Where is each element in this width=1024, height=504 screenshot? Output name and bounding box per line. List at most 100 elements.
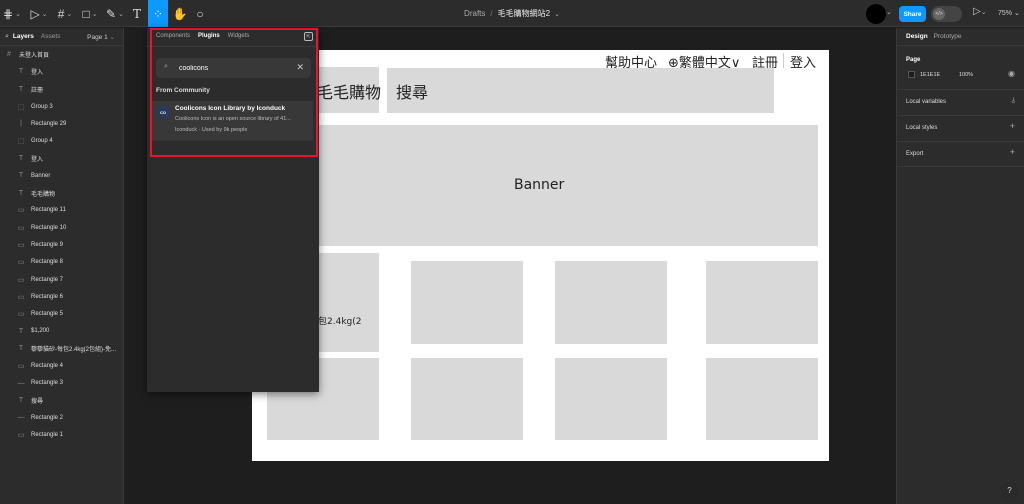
move-tool-button[interactable]: ▷ ⌄ — [28, 0, 50, 27]
layer-item[interactable]: T 註冊 — [0, 81, 123, 98]
layer-item[interactable]: T 登入 — [0, 63, 123, 80]
chevron-down-icon[interactable]: ⌄ — [886, 8, 892, 16]
chevron-down-icon[interactable]: ⌄ — [554, 10, 560, 18]
layer-label: 藜藜貓砂-每包2.4kg(2包組)-免... — [31, 347, 117, 354]
variables-icon[interactable]: ⫰ — [1012, 96, 1015, 106]
help-button[interactable]: ? — [1000, 481, 1019, 500]
line-icon: — — [17, 414, 25, 422]
layer-item[interactable]: T 藜藜貓砂-每包2.4kg(2包組)-免... — [0, 340, 123, 357]
text-icon: T — [132, 6, 141, 21]
layer-item[interactable]: ▭ Rectangle 5 — [0, 305, 123, 322]
layer-label: Rectangle 11 — [31, 207, 66, 214]
comment-tool-button[interactable]: ○ — [193, 0, 207, 27]
page-opacity[interactable]: 100% — [959, 72, 973, 78]
page-section: Page 1E1E1E 100% ◉ — [897, 45, 1024, 89]
layer-item[interactable]: ▭ Rectangle 11 — [0, 202, 123, 219]
frame-search-box — [387, 68, 774, 113]
add-export-icon[interactable]: + — [1010, 147, 1015, 157]
page-section-label: Page — [906, 57, 921, 63]
share-button[interactable]: Share — [899, 6, 926, 22]
page-selector[interactable]: Page 1 ⌄ — [87, 33, 115, 41]
layer-label: Group 4 — [31, 138, 53, 145]
layer-item[interactable]: ⬚ Group 3 — [0, 98, 123, 115]
frame-product-card — [706, 261, 818, 344]
breadcrumb-drafts[interactable]: Drafts — [464, 9, 485, 18]
text-tool-button[interactable]: T — [130, 0, 144, 27]
eye-icon[interactable]: ◉ — [1008, 69, 1015, 78]
text-layer-icon: T — [18, 154, 24, 162]
line-icon: | — [20, 120, 22, 128]
frame-logo-text: 毛毛購物 — [317, 83, 382, 102]
page-color-swatch[interactable] — [908, 71, 915, 78]
tab-design[interactable]: Design — [906, 33, 928, 40]
rectangle-icon: ▭ — [17, 311, 25, 319]
layer-item[interactable]: T 登入 — [0, 150, 123, 167]
group-icon: ⬚ — [17, 103, 25, 111]
layer-item[interactable]: ⬚ Group 4 — [0, 132, 123, 149]
layer-item[interactable]: ▭ Rectangle 9 — [0, 236, 123, 253]
layer-label: 搜尋 — [31, 399, 44, 406]
pen-tool-button[interactable]: ✎ ⌄ — [105, 0, 125, 27]
layer-item[interactable]: ▭ Rectangle 7 — [0, 271, 123, 288]
frame-product-card — [411, 358, 523, 440]
tab-layers[interactable]: Layers — [13, 33, 34, 40]
layer-item[interactable]: — Rectangle 3 — [0, 375, 123, 392]
file-name[interactable]: 毛毛購物網站2 — [498, 8, 550, 19]
layer-item[interactable]: — Rectangle 2 — [0, 409, 123, 426]
shape-tool-button[interactable]: □ ⌄ — [80, 0, 100, 27]
resources-tool-button[interactable]: ⁘ — [148, 0, 168, 27]
frame-tool-button[interactable]: # ⌄ — [55, 0, 75, 27]
rectangle-icon: ▭ — [17, 224, 25, 232]
text-layer-icon: T — [18, 172, 24, 180]
layer-label: Rectangle 2 — [31, 414, 64, 421]
layer-item[interactable]: | Rectangle 29 — [0, 115, 123, 132]
avatar[interactable] — [866, 4, 886, 24]
layer-label: Rectangle 8 — [31, 259, 64, 266]
zoom-level-dropdown[interactable]: 75% ⌄ — [998, 9, 1020, 17]
layer-item[interactable]: ▭ Rectangle 1 — [0, 427, 123, 444]
play-icon: ▷ — [973, 6, 981, 17]
local-styles-label: Local styles — [906, 125, 938, 131]
layer-item[interactable]: ▭ Rectangle 10 — [0, 219, 123, 236]
layer-label: Rectangle 29 — [31, 120, 67, 127]
rectangle-icon: ▭ — [17, 259, 25, 267]
design-frame[interactable]: 幫助中心 ⊕繁體中文∨ 註冊 登入 毛毛購物 搜尋 Banner 每包2.4kg… — [252, 50, 829, 461]
layer-label: Rectangle 6 — [31, 293, 64, 300]
layer-list: T 登入 T 註冊 ⬚ Group 3 | Rectangle 29 ⬚ Group 4 T 登入 T B… — [0, 63, 123, 444]
layer-item[interactable]: ▭ Rectangle 6 — [0, 288, 123, 305]
layer-label: Rectangle 10 — [31, 224, 67, 231]
resources-icon: ⁘ — [152, 6, 164, 21]
layer-label: Rectangle 9 — [31, 241, 64, 248]
layer-item[interactable]: T Banner — [0, 167, 123, 184]
tab-assets[interactable]: Assets — [41, 33, 61, 40]
layer-label: $1,200 — [31, 328, 50, 335]
text-layer-icon: T — [18, 345, 24, 353]
dev-mode-toggle[interactable]: </> — [931, 6, 962, 22]
layer-item[interactable]: T $1,200 — [0, 323, 123, 340]
page-color-hex[interactable]: 1E1E1E — [920, 72, 940, 78]
layers-panel: ⌕ Layers Assets Page 1 ⌄ # 未登入首頁 T 登入 T 註冊 ⬚ G… — [0, 28, 124, 504]
layer-label: 登入 — [31, 156, 44, 163]
layer-item[interactable]: T 毛毛購物 — [0, 184, 123, 201]
breadcrumb-separator: / — [490, 9, 493, 18]
main-menu-button[interactable]: ⋕ ⌄ — [2, 0, 22, 27]
layer-item[interactable]: ▭ Rectangle 8 — [0, 254, 123, 271]
layer-label: 毛毛購物 — [31, 191, 56, 198]
export-label: Export — [906, 151, 924, 157]
layer-item[interactable]: ▭ Rectangle 4 — [0, 357, 123, 374]
layer-root-frame[interactable]: # 未登入首頁 — [0, 46, 123, 63]
local-variables-label[interactable]: Local variables — [906, 99, 946, 105]
search-icon[interactable]: ⌕ — [5, 33, 9, 41]
hand-tool-button[interactable]: ✋ — [172, 0, 188, 27]
present-button[interactable]: ▷⌄ — [973, 6, 987, 17]
frame-product-card — [555, 358, 667, 440]
add-style-icon[interactable]: + — [1010, 121, 1015, 131]
frame-nav-divider — [783, 53, 784, 68]
tab-prototype[interactable]: Prototype — [934, 33, 962, 40]
rectangle-icon: ▭ — [17, 276, 25, 284]
hand-icon: ✋ — [172, 6, 188, 21]
rectangle-icon: □ — [82, 6, 90, 21]
layer-item[interactable]: T 搜尋 — [0, 392, 123, 409]
rectangle-icon: ▭ — [17, 293, 25, 301]
layer-label: 登入 — [31, 70, 44, 77]
